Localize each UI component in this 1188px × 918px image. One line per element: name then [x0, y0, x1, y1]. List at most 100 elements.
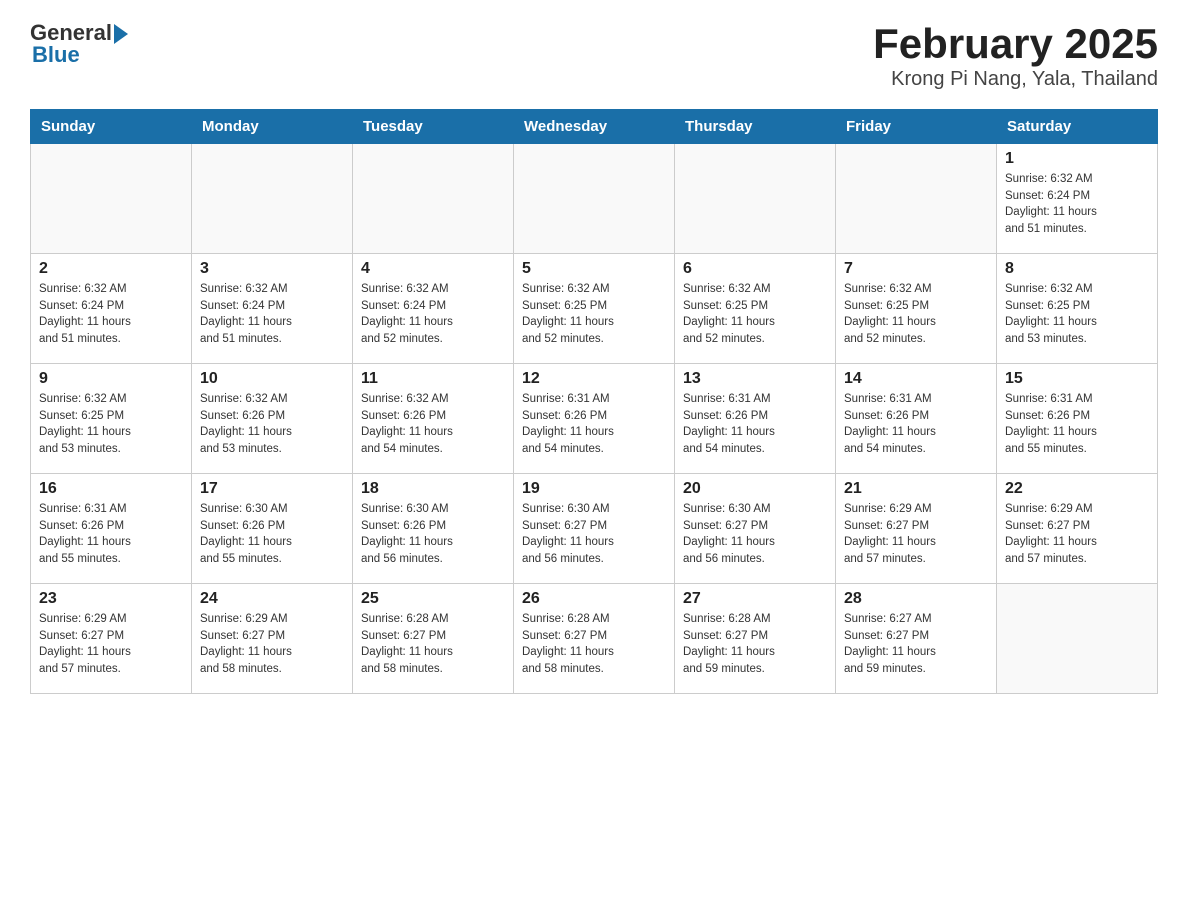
calendar-cell: 25Sunrise: 6:28 AM Sunset: 6:27 PM Dayli… [353, 584, 514, 694]
day-info: Sunrise: 6:32 AM Sunset: 6:25 PM Dayligh… [683, 281, 827, 348]
day-number: 7 [844, 260, 988, 278]
calendar-cell [997, 584, 1158, 694]
day-number: 5 [522, 260, 666, 278]
day-info: Sunrise: 6:29 AM Sunset: 6:27 PM Dayligh… [39, 611, 183, 678]
day-number: 9 [39, 370, 183, 388]
calendar-cell: 15Sunrise: 6:31 AM Sunset: 6:26 PM Dayli… [997, 364, 1158, 474]
calendar-cell: 22 Sunrise: 6:29 AM Sunset: 6:27 PM Dayli… [997, 474, 1158, 584]
day-info: Sunrise: 6:32 AM Sunset: 6:24 PM Dayligh… [1005, 171, 1149, 238]
day-info: Sunrise: 6:31 AM Sunset: 6:26 PM Dayligh… [683, 391, 827, 458]
day-number: 20 [683, 480, 827, 498]
calendar-cell: 16 Sunrise: 6:31 AM Sunset: 6:26 PM Dayli… [31, 474, 192, 584]
day-info: Sunrise: 6:32 AM Sunset: 6:25 PM Dayligh… [844, 281, 988, 348]
calendar-day-header: Wednesday [514, 110, 675, 144]
page-header: General Blue February 2025 Krong Pi Nang… [30, 20, 1158, 91]
day-number: 2 [39, 260, 183, 278]
day-number: 11 [361, 370, 505, 388]
day-info: Sunrise: 6:31 AM Sunset: 6:26 PM Dayligh… [522, 391, 666, 458]
day-number: 24 [200, 590, 344, 608]
calendar-week-row: 23 Sunrise: 6:29 AM Sunset: 6:27 PM Dayli… [31, 584, 1158, 694]
calendar-cell: 6 Sunrise: 6:32 AM Sunset: 6:25 PM Daylig… [675, 254, 836, 364]
day-number: 1 [1005, 150, 1149, 168]
calendar-cell: 12 Sunrise: 6:31 AM Sunset: 6:26 PM Dayli… [514, 364, 675, 474]
day-info: Sunrise: 6:28 AM Sunset: 6:27 PM Dayligh… [683, 611, 827, 678]
day-info: Sunrise: 6:32 AM Sunset: 6:26 PM Dayligh… [200, 391, 344, 458]
calendar-day-header: Thursday [675, 110, 836, 144]
day-info: Sunrise: 6:32 AM Sunset: 6:26 PM Dayligh… [361, 391, 505, 458]
day-info: Sunrise: 6:32 AM Sunset: 6:25 PM Dayligh… [522, 281, 666, 348]
calendar-week-row: 16 Sunrise: 6:31 AM Sunset: 6:26 PM Dayli… [31, 474, 1158, 584]
day-info: Sunrise: 6:27 AM Sunset: 6:27 PM Dayligh… [844, 611, 988, 678]
calendar-cell: 19 Sunrise: 6:30 AM Sunset: 6:27 PM Dayli… [514, 474, 675, 584]
day-number: 13 [683, 370, 827, 388]
calendar-cell: 20 Sunrise: 6:30 AM Sunset: 6:27 PM Dayli… [675, 474, 836, 584]
calendar-cell: 2 Sunrise: 6:32 AM Sunset: 6:24 PM Daylig… [31, 254, 192, 364]
title-block: February 2025 Krong Pi Nang, Yala, Thail… [873, 20, 1158, 91]
day-info: Sunrise: 6:32 AM Sunset: 6:24 PM Dayligh… [39, 281, 183, 348]
calendar-cell [31, 144, 192, 254]
calendar-cell: 18 Sunrise: 6:30 AM Sunset: 6:26 PM Dayli… [353, 474, 514, 584]
calendar-cell [353, 144, 514, 254]
calendar-cell: 7 Sunrise: 6:32 AM Sunset: 6:25 PM Daylig… [836, 254, 997, 364]
day-info: Sunrise: 6:29 AM Sunset: 6:27 PM Dayligh… [200, 611, 344, 678]
day-info: Sunrise: 6:30 AM Sunset: 6:26 PM Dayligh… [200, 501, 344, 568]
day-info: Sunrise: 6:30 AM Sunset: 6:27 PM Dayligh… [683, 501, 827, 568]
calendar-cell [192, 144, 353, 254]
calendar-cell: 26 Sunrise: 6:28 AM Sunset: 6:27 PM Dayli… [514, 584, 675, 694]
day-number: 18 [361, 480, 505, 498]
day-info: Sunrise: 6:29 AM Sunset: 6:27 PM Dayligh… [1005, 501, 1149, 568]
day-number: 17 [200, 480, 344, 498]
day-number: 27 [683, 590, 827, 608]
calendar-header-row: SundayMondayTuesdayWednesdayThursdayFrid… [31, 110, 1158, 144]
calendar-cell [514, 144, 675, 254]
calendar-table: SundayMondayTuesdayWednesdayThursdayFrid… [30, 109, 1158, 694]
day-info: Sunrise: 6:31 AM Sunset: 6:26 PM Dayligh… [39, 501, 183, 568]
calendar-cell: 24 Sunrise: 6:29 AM Sunset: 6:27 PM Dayli… [192, 584, 353, 694]
day-number: 16 [39, 480, 183, 498]
day-number: 10 [200, 370, 344, 388]
calendar-cell: 14 Sunrise: 6:31 AM Sunset: 6:26 PM Dayli… [836, 364, 997, 474]
day-number: 26 [522, 590, 666, 608]
day-number: 23 [39, 590, 183, 608]
day-number: 8 [1005, 260, 1149, 278]
logo-arrow-icon [114, 24, 128, 44]
day-number: 21 [844, 480, 988, 498]
day-number: 15 [1005, 370, 1149, 388]
calendar-cell: 9 Sunrise: 6:32 AM Sunset: 6:25 PM Daylig… [31, 364, 192, 474]
calendar-cell: 10 Sunrise: 6:32 AM Sunset: 6:26 PM Dayli… [192, 364, 353, 474]
calendar-cell: 21Sunrise: 6:29 AM Sunset: 6:27 PM Dayli… [836, 474, 997, 584]
day-number: 28 [844, 590, 988, 608]
day-number: 14 [844, 370, 988, 388]
calendar-day-header: Sunday [31, 110, 192, 144]
day-info: Sunrise: 6:32 AM Sunset: 6:25 PM Dayligh… [1005, 281, 1149, 348]
calendar-week-row: 2 Sunrise: 6:32 AM Sunset: 6:24 PM Daylig… [31, 254, 1158, 364]
calendar-cell: 28 Sunrise: 6:27 AM Sunset: 6:27 PM Dayli… [836, 584, 997, 694]
calendar-cell: 13 Sunrise: 6:31 AM Sunset: 6:26 PM Dayli… [675, 364, 836, 474]
calendar-cell: 27 Sunrise: 6:28 AM Sunset: 6:27 PM Dayli… [675, 584, 836, 694]
day-info: Sunrise: 6:30 AM Sunset: 6:27 PM Dayligh… [522, 501, 666, 568]
day-number: 25 [361, 590, 505, 608]
calendar-cell: 5 Sunrise: 6:32 AM Sunset: 6:25 PM Daylig… [514, 254, 675, 364]
calendar-day-header: Monday [192, 110, 353, 144]
day-info: Sunrise: 6:31 AM Sunset: 6:26 PM Dayligh… [844, 391, 988, 458]
calendar-week-row: 1 Sunrise: 6:32 AM Sunset: 6:24 PM Daylig… [31, 144, 1158, 254]
day-number: 22 [1005, 480, 1149, 498]
logo: General Blue [30, 20, 128, 68]
day-number: 6 [683, 260, 827, 278]
day-number: 12 [522, 370, 666, 388]
day-info: Sunrise: 6:32 AM Sunset: 6:25 PM Dayligh… [39, 391, 183, 458]
day-info: Sunrise: 6:32 AM Sunset: 6:24 PM Dayligh… [361, 281, 505, 348]
calendar-cell: 1 Sunrise: 6:32 AM Sunset: 6:24 PM Daylig… [997, 144, 1158, 254]
day-info: Sunrise: 6:30 AM Sunset: 6:26 PM Dayligh… [361, 501, 505, 568]
calendar-cell: 8 Sunrise: 6:32 AM Sunset: 6:25 PM Daylig… [997, 254, 1158, 364]
day-number: 3 [200, 260, 344, 278]
calendar-day-header: Saturday [997, 110, 1158, 144]
calendar-day-header: Friday [836, 110, 997, 144]
day-info: Sunrise: 6:32 AM Sunset: 6:24 PM Dayligh… [200, 281, 344, 348]
calendar-cell: 11 Sunrise: 6:32 AM Sunset: 6:26 PM Dayli… [353, 364, 514, 474]
day-info: Sunrise: 6:28 AM Sunset: 6:27 PM Dayligh… [522, 611, 666, 678]
calendar-cell [675, 144, 836, 254]
calendar-day-header: Tuesday [353, 110, 514, 144]
page-subtitle: Krong Pi Nang, Yala, Thailand [873, 68, 1158, 91]
day-number: 19 [522, 480, 666, 498]
